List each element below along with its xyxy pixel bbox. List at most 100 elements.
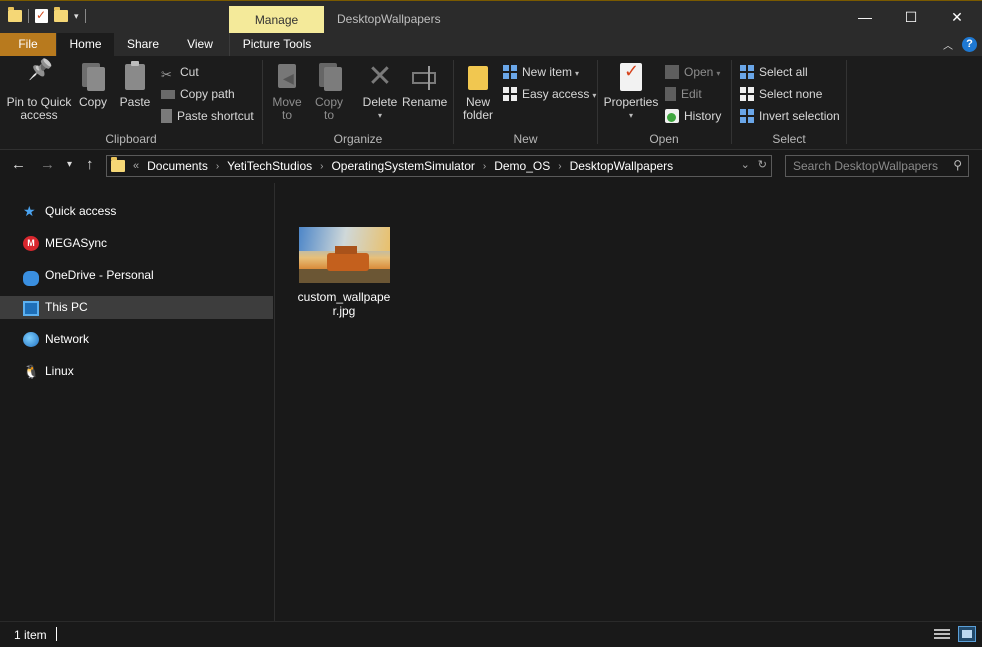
copy-path-button[interactable]: Copy path <box>161 85 235 103</box>
history-button[interactable]: History <box>665 107 721 125</box>
invert-selection-button[interactable]: Invert selection <box>740 107 840 125</box>
sidebar-item-label: OneDrive - Personal <box>45 268 154 282</box>
breadcrumb-item-operatingsystemsimulator[interactable]: OperatingSystemSimulator <box>331 159 474 173</box>
breadcrumb-chevron-right-icon[interactable]: › <box>558 161 561 172</box>
breadcrumb-item-yetitechstudios[interactable]: YetiTechStudios <box>227 159 312 173</box>
status-bar: 1 item <box>0 621 982 647</box>
new-folder-button[interactable]: New folder <box>458 62 498 122</box>
tab-manage[interactable]: Manage <box>229 6 324 34</box>
list-item[interactable]: custom_wallpaper.jpg <box>296 227 392 318</box>
rename-button[interactable]: Rename <box>402 62 447 109</box>
tab-view[interactable]: View <box>172 33 228 56</box>
copy-button[interactable]: Copy <box>76 62 110 109</box>
copy-icon <box>79 62 107 92</box>
group-label-clipboard: Clipboard <box>105 132 157 146</box>
paste-shortcut-icon <box>161 109 172 123</box>
computer-icon <box>23 301 39 316</box>
breadcrumb-item-demo-os[interactable]: Demo_OS <box>494 159 550 173</box>
customize-toolbar-chevron-icon[interactable]: ▾ <box>74 11 79 22</box>
help-icon[interactable]: ? <box>962 37 977 52</box>
easy-access-button[interactable]: Easy access ▾ <box>503 85 596 103</box>
delete-label: Delete <box>362 95 398 109</box>
divider <box>28 9 29 23</box>
close-button[interactable]: ✕ <box>934 1 980 34</box>
select-none-button[interactable]: Select none <box>740 85 822 103</box>
new-folder-icon[interactable] <box>54 7 68 22</box>
sidebar-item-onedrive[interactable]: OneDrive - Personal <box>0 264 273 287</box>
search-icon[interactable]: ⚲ <box>953 158 962 172</box>
breadcrumb-chevron-right-icon[interactable]: › <box>216 161 219 172</box>
file-name: custom_wallpaper.jpg <box>297 290 391 318</box>
properties-icon <box>617 62 645 92</box>
paste-shortcut-button[interactable]: Paste shortcut <box>161 107 254 125</box>
item-count: 1 item <box>14 628 47 642</box>
sidebar-item-network[interactable]: Network <box>0 328 273 351</box>
file-list[interactable]: custom_wallpaper.jpg <box>276 183 982 621</box>
paste-button[interactable]: Paste <box>116 61 154 109</box>
edit-label: Edit <box>681 87 702 101</box>
divider <box>56 627 57 641</box>
delete-button[interactable]: ✕ Delete ▾ <box>360 62 400 122</box>
invert-selection-label: Invert selection <box>759 109 840 123</box>
copy-to-button[interactable]: Copy to <box>310 62 348 122</box>
quick-access-toolbar: ▾ <box>8 7 86 23</box>
new-item-button[interactable]: New item ▾ <box>503 63 579 81</box>
select-none-icon <box>740 87 754 101</box>
divider <box>84 9 86 23</box>
address-controls: ⌄ ↻ <box>741 158 767 171</box>
navigation-pane: ★ Quick access M MEGASync OneDrive - Per… <box>0 183 275 621</box>
ribbon-tab-row: File Home Share View Picture Tools ︿ ? <box>0 33 982 56</box>
maximize-button[interactable]: ☐ <box>888 1 934 34</box>
cut-button[interactable]: ✂ Cut <box>161 63 199 82</box>
recent-locations-chevron-down-icon[interactable]: ▾ <box>67 159 72 170</box>
breadcrumb-item-desktopwallpapers[interactable]: DesktopWallpapers <box>570 159 674 173</box>
properties-icon[interactable] <box>35 8 48 23</box>
sidebar-item-this-pc[interactable]: This PC <box>0 296 273 319</box>
large-icons-view-icon[interactable] <box>958 626 976 642</box>
properties-button[interactable]: Properties ▾ <box>602 62 660 122</box>
refresh-icon[interactable]: ↻ <box>758 158 767 171</box>
delete-chevron-down-icon[interactable]: ▾ <box>360 109 400 122</box>
breadcrumb-chevron-right-icon[interactable]: › <box>483 161 486 172</box>
tab-file[interactable]: File <box>0 33 56 56</box>
address-history-chevron-down-icon[interactable]: ⌄ <box>741 158 750 171</box>
ribbon: Pin to Quick access Copy Paste ✂ Cut Copy… <box>0 56 982 150</box>
breadcrumb-chevron-right-icon[interactable]: › <box>320 161 323 172</box>
details-view-icon[interactable] <box>934 629 950 641</box>
forward-arrow-icon[interactable]: → <box>40 156 55 173</box>
select-none-label: Select none <box>759 87 823 101</box>
star-icon: ★ <box>23 203 36 219</box>
breadcrumb-item-documents[interactable]: Documents <box>147 159 208 173</box>
sidebar-item-megasync[interactable]: M MEGASync <box>0 232 273 255</box>
sidebar-item-linux[interactable]: 🐧 Linux <box>0 360 273 383</box>
move-to-label: Move to <box>272 95 302 122</box>
properties-chevron-down-icon[interactable]: ▾ <box>602 109 660 122</box>
clipboard-icon <box>121 61 149 92</box>
tab-picture-tools[interactable]: Picture Tools <box>229 33 324 56</box>
easy-access-label: Easy access <box>522 87 590 101</box>
rename-icon <box>410 62 438 92</box>
divider <box>846 60 847 144</box>
search-box[interactable]: ⚲ <box>785 155 969 177</box>
up-arrow-icon[interactable]: ↑ <box>86 156 94 173</box>
sidebar-item-label: Quick access <box>45 204 117 218</box>
edit-button[interactable]: Edit <box>665 85 702 103</box>
sidebar-item-quick-access[interactable]: ★ Quick access <box>0 200 273 223</box>
properties-label: Properties <box>603 95 659 109</box>
title-bar: ▾ Manage DesktopWallpapers — ☐ ✕ <box>0 0 982 34</box>
pin-to-quick-access-button[interactable]: Pin to Quick access <box>4 62 74 122</box>
collapse-ribbon-chevron-icon[interactable]: ︿ <box>943 37 953 52</box>
select-all-button[interactable]: Select all <box>740 63 808 81</box>
address-bar[interactable]: « Documents › YetiTechStudios › Operatin… <box>106 155 772 177</box>
open-button[interactable]: Open ▾ <box>665 63 720 81</box>
network-icon <box>23 332 39 347</box>
tab-home[interactable]: Home <box>57 33 114 56</box>
minimize-button[interactable]: — <box>842 1 888 34</box>
easy-access-icon <box>503 87 517 101</box>
history-label: History <box>684 109 722 123</box>
move-to-button[interactable]: ◀ Move to <box>268 62 306 122</box>
breadcrumb-overflow[interactable]: « <box>133 160 139 172</box>
tab-share[interactable]: Share <box>114 33 172 56</box>
back-arrow-icon[interactable]: ← <box>11 156 26 173</box>
search-input[interactable] <box>786 156 946 176</box>
